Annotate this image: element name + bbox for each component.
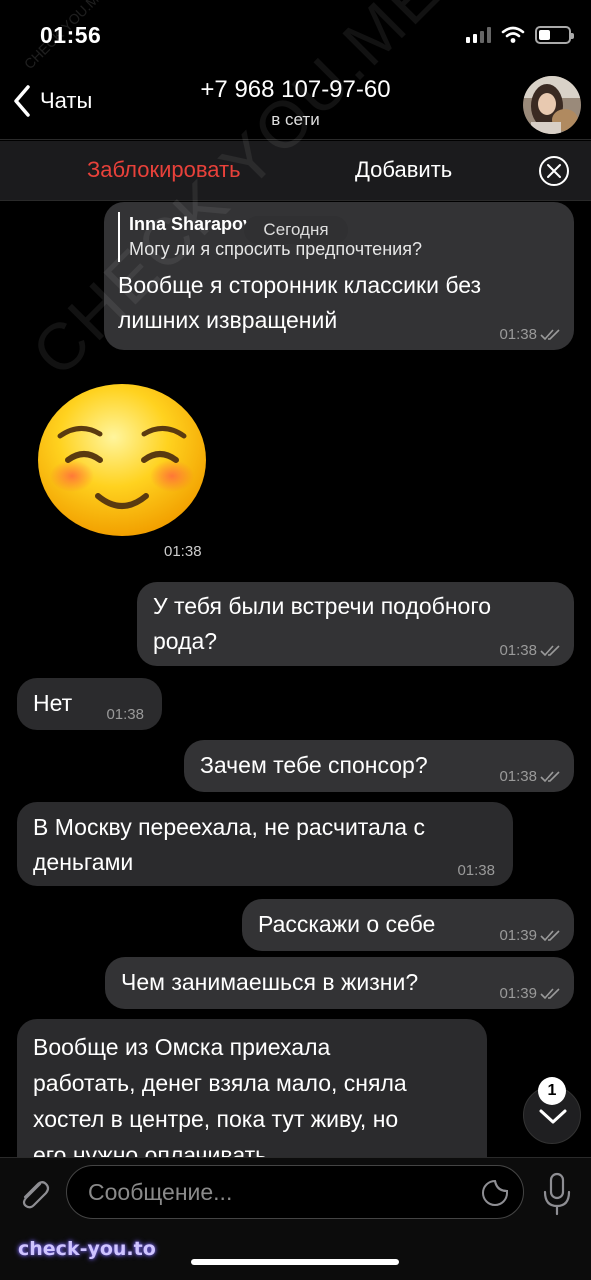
smiling-blushing-face-sticker[interactable] (36, 384, 208, 536)
double-check-icon (540, 645, 560, 657)
message-time: 01:38 (499, 768, 537, 785)
chat-header: Чаты +7 968 107-97-60 в сети (0, 70, 591, 140)
message-input-placeholder: Сообщение... (88, 1179, 233, 1205)
battery-icon (535, 26, 574, 44)
message-time: 01:38 (457, 862, 495, 879)
double-check-icon (540, 771, 560, 783)
double-check-icon (540, 329, 560, 341)
double-check-icon (540, 930, 560, 942)
message-text-line: работать, денег взяла мало, сняла (33, 1070, 407, 1096)
message-meta: 01:38 (499, 326, 562, 344)
message-list[interactable]: Inna Sharapova Могу ли я спросить предпо… (0, 202, 591, 1157)
microphone-icon[interactable] (540, 1172, 574, 1216)
message-bubble-outgoing[interactable]: Зачем тебе спонсор? 01:38 (184, 740, 574, 792)
home-indicator (191, 1259, 399, 1265)
close-circle-icon[interactable] (538, 155, 570, 187)
message-meta: 01:38 (106, 706, 144, 724)
date-pill: Сегодня (244, 216, 348, 244)
message-meta: 01:38 (499, 768, 562, 786)
message-bubble-incoming[interactable]: Вообще из Омска приехала работать, денег… (17, 1019, 487, 1157)
message-bubble-incoming[interactable]: Нет 01:38 (17, 678, 162, 730)
paperclip-icon[interactable] (16, 1176, 52, 1212)
contact-info[interactable]: +7 968 107-97-60 в сети (120, 76, 471, 130)
block-button[interactable]: Заблокировать (87, 157, 241, 183)
message-text-line: У тебя были встречи подобного (153, 593, 492, 619)
message-time: 01:39 (499, 927, 537, 944)
message-bubble-outgoing[interactable]: У тебя были встречи подобного рода? 01:3… (137, 582, 574, 666)
status-bar: 01:56 (0, 0, 591, 70)
message-time: 01:38 (106, 706, 144, 723)
message-bubble-outgoing[interactable]: Чем занимаешься в жизни? 01:39 (105, 957, 574, 1009)
message-meta: 01:39 (499, 927, 562, 945)
site-watermark: check-you.to (18, 1238, 156, 1260)
message-text-line: Вообще из Омска приехала (33, 1034, 331, 1060)
contact-name: +7 968 107-97-60 (200, 76, 391, 103)
message-bubble-outgoing[interactable]: Расскажи о себе 01:39 (242, 899, 574, 951)
message-text-line: деньгами (33, 849, 134, 875)
reply-text: Могу ли я спросить предпочтения? (129, 239, 422, 259)
spam-action-bar: Заблокировать Добавить (0, 141, 591, 201)
message-text-line: хостел в центре, пока тут живу, но (33, 1106, 399, 1132)
message-text-line: лишних извращений (118, 307, 338, 333)
message-time: 01:38 (164, 543, 202, 560)
chevron-left-icon (14, 85, 30, 117)
message-time: 01:38 (499, 642, 537, 659)
status-time: 01:56 (40, 22, 102, 48)
back-label: Чаты (40, 88, 93, 113)
message-bubble-incoming[interactable]: В Москву переехала, не расчитала с деньг… (17, 802, 513, 886)
wifi-icon (501, 26, 525, 43)
signal-icon (466, 27, 491, 43)
message-text-line: его нужно оплачивать (33, 1142, 268, 1157)
message-meta: 01:38 (499, 642, 562, 660)
message-time: 01:38 (499, 326, 537, 343)
message-text-line: Вообще я сторонник классики без (118, 272, 482, 298)
sticker-icon[interactable] (481, 1179, 509, 1207)
message-time: 01:39 (499, 985, 537, 1002)
status-icons (466, 26, 574, 44)
message-meta: 01:38 (457, 862, 495, 880)
message-text-line: В Москву переехала, не расчитала с (33, 814, 425, 840)
back-button[interactable]: Чаты (12, 84, 92, 118)
unread-count-badge: 1 (538, 1077, 566, 1105)
message-meta: 01:39 (499, 985, 562, 1003)
double-check-icon (540, 988, 560, 1000)
add-contact-button[interactable]: Добавить (355, 157, 452, 183)
message-text-line: Чем занимаешься в жизни? (121, 969, 419, 995)
contact-status: в сети (271, 110, 320, 129)
avatar[interactable] (523, 76, 581, 134)
message-text-line: рода? (153, 628, 218, 654)
message-input[interactable]: Сообщение... (66, 1165, 524, 1219)
